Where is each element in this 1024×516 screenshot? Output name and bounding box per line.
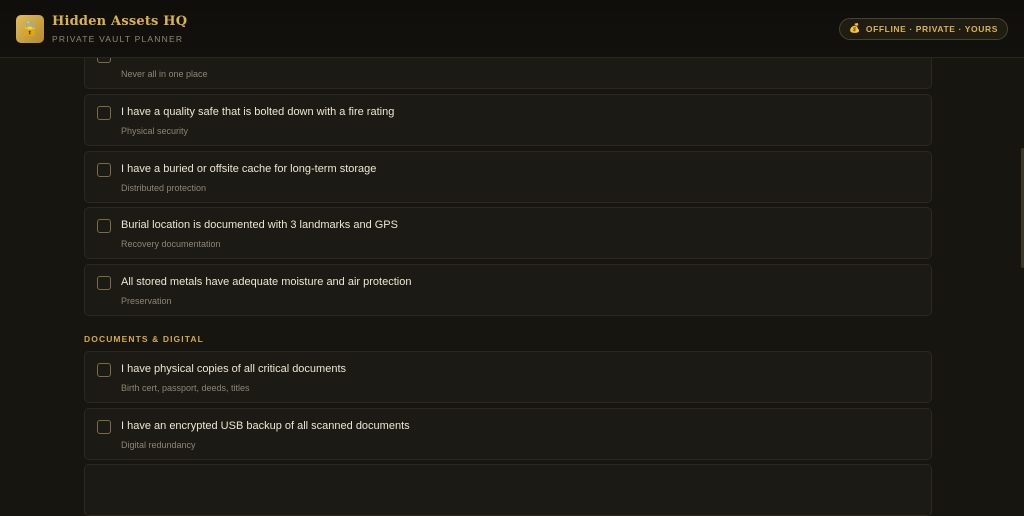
checklist-item[interactable]: I have physical copies of all critical d… xyxy=(84,351,932,403)
checkbox[interactable] xyxy=(97,163,111,177)
checklist-item-title: I have a buried or offsite cache for lon… xyxy=(121,163,377,175)
checkbox[interactable] xyxy=(97,363,111,377)
checklist-item[interactable]: I have a buried or offsite cache for lon… xyxy=(84,151,932,203)
checkbox[interactable] xyxy=(97,106,111,120)
lock-icon: 🔒 xyxy=(16,14,44,43)
privacy-badge: 💰 OFFLINE · PRIVATE · YOURS xyxy=(839,17,1008,40)
checkbox[interactable] xyxy=(97,420,111,434)
section-heading-documents: DOCUMENTS & DIGITAL xyxy=(84,334,204,344)
checklist-item[interactable] xyxy=(84,464,932,516)
checkbox[interactable] xyxy=(97,276,111,290)
privacy-badge-label: OFFLINE · PRIVATE · YOURS xyxy=(865,23,998,34)
checkbox[interactable] xyxy=(97,219,111,233)
checklist-item-subtitle: Never all in one place xyxy=(121,69,208,79)
checklist-item-title: I have a quality safe that is bolted dow… xyxy=(121,106,395,118)
checklist-item-subtitle: Preservation xyxy=(121,296,172,306)
checklist-item[interactable]: All stored metals have adequate moisture… xyxy=(84,264,932,316)
checklist-item-title: I have an encrypted USB backup of all sc… xyxy=(121,420,410,432)
checklist-item-subtitle: Distributed protection xyxy=(121,183,207,193)
checklist-item[interactable]: Burial location is documented with 3 lan… xyxy=(84,207,932,259)
app-header: 🔒 Hidden Assets HQ PRIVATE VAULT PLANNER… xyxy=(0,0,1024,58)
checklist-item-subtitle: Digital redundancy xyxy=(121,440,196,450)
app-title: Hidden Assets HQ xyxy=(52,13,188,29)
vault-icon: 💰 xyxy=(849,23,861,33)
checklist-item-subtitle: Birth cert, passport, deeds, titles xyxy=(121,383,250,393)
brand: Hidden Assets HQ PRIVATE VAULT PLANNER xyxy=(52,14,187,44)
app-subtitle: PRIVATE VAULT PLANNER xyxy=(52,33,184,44)
checklist-item-title: All stored metals have adequate moisture… xyxy=(121,276,412,288)
checklist-item-subtitle: Recovery documentation xyxy=(121,239,221,249)
checklist-item-subtitle: Physical security xyxy=(121,126,189,136)
checklist-item-title: Burial location is documented with 3 lan… xyxy=(121,219,398,231)
checklist-item-title: I have physical copies of all critical d… xyxy=(121,363,346,375)
checklist-item[interactable]: I have an encrypted USB backup of all sc… xyxy=(84,408,932,460)
checklist-item[interactable]: I have a quality safe that is bolted dow… xyxy=(84,94,932,146)
